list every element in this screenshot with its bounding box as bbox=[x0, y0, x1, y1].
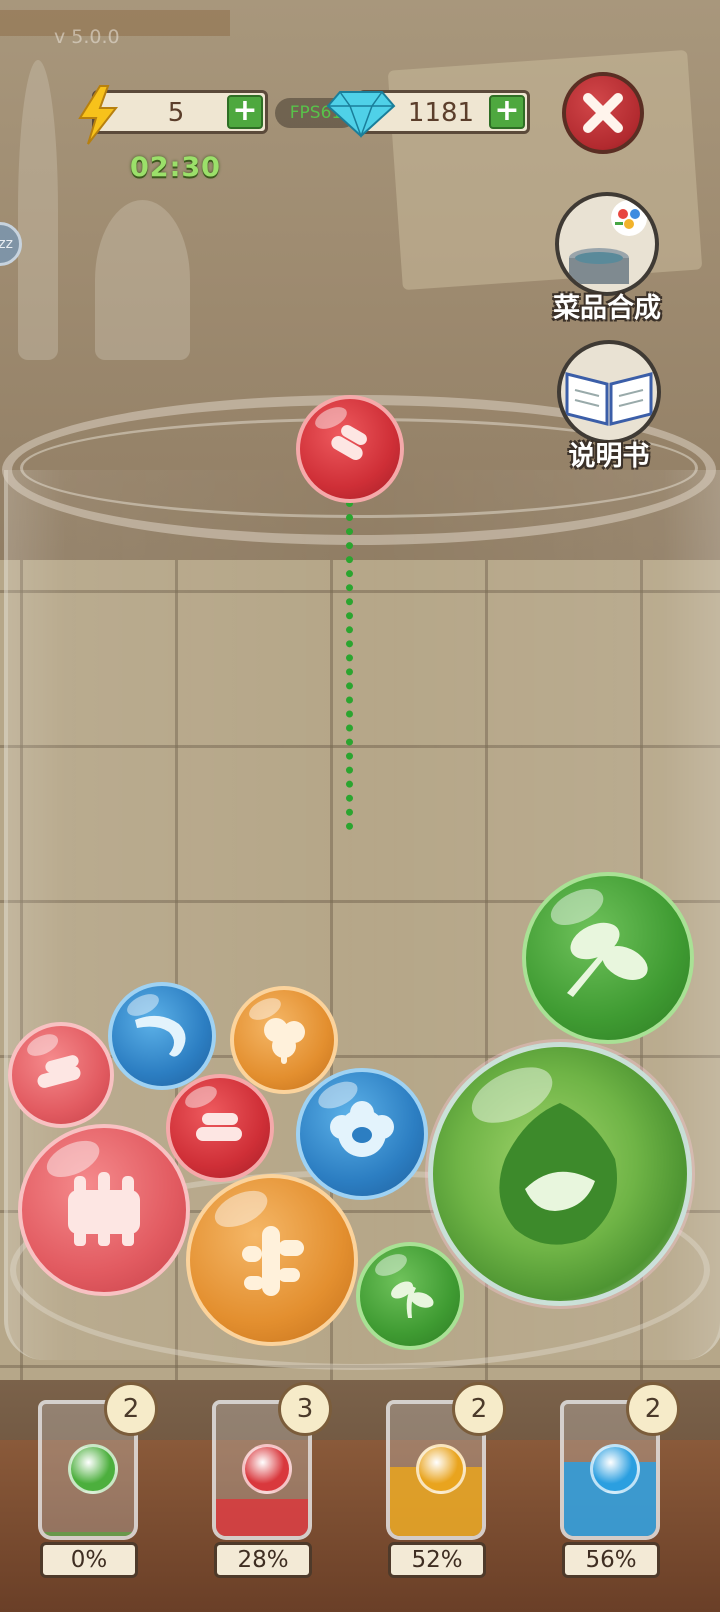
sausage-icon bbox=[196, 1113, 242, 1141]
shrimp-icon bbox=[135, 1015, 186, 1057]
close-icon bbox=[583, 93, 623, 133]
sausage-icon bbox=[331, 425, 367, 460]
sausage-icon bbox=[37, 1055, 81, 1088]
cup-percent: 56% bbox=[562, 1542, 660, 1578]
seafood-icon bbox=[590, 1444, 640, 1494]
cup-count-badge: 2 bbox=[452, 1382, 506, 1436]
leaves-icon bbox=[567, 922, 648, 997]
ball-shrimp bbox=[108, 982, 216, 1090]
cooking-pot-icon bbox=[555, 192, 659, 296]
gem-value: 1181 bbox=[407, 98, 475, 128]
scallop-icon bbox=[330, 1101, 394, 1157]
ball-vegetable-leaf bbox=[428, 1042, 692, 1306]
current-ball-sausage[interactable] bbox=[296, 395, 404, 503]
meat-ribs-icon bbox=[68, 1172, 140, 1246]
ingredient-cup[interactable]: 2 52% bbox=[382, 1382, 506, 1582]
utensil-decoration bbox=[95, 200, 190, 360]
ingredient-cup[interactable]: 2 56% bbox=[556, 1382, 680, 1582]
spice-icon bbox=[416, 1444, 466, 1494]
cup-count-badge: 3 bbox=[278, 1382, 332, 1436]
cup-percent: 52% bbox=[388, 1542, 486, 1578]
cup-fill-level bbox=[42, 1532, 134, 1536]
book-icon bbox=[557, 340, 661, 444]
energy-value: 5 bbox=[167, 98, 185, 128]
version-label: v 5.0.0 bbox=[54, 26, 120, 48]
utensil-decoration bbox=[18, 60, 58, 360]
energy-timer: 02:30 bbox=[130, 152, 221, 183]
cup-fill-level bbox=[216, 1499, 308, 1536]
vegetable-leaf-icon bbox=[499, 1103, 617, 1245]
add-gems-button[interactable]: + bbox=[489, 95, 525, 129]
manual-label: 说明书 bbox=[568, 441, 650, 472]
recipe-synthesis-label: 菜品合成 bbox=[553, 293, 661, 324]
drop-guide-line bbox=[346, 500, 353, 830]
lightning-icon bbox=[78, 85, 119, 145]
recipe-synthesis-button[interactable]: 菜品合成 bbox=[547, 192, 667, 325]
ball-meat-ribs bbox=[18, 1124, 190, 1296]
ball-sausage bbox=[8, 1022, 114, 1128]
ginger-icon bbox=[242, 1226, 304, 1296]
manual-button[interactable]: 说明书 bbox=[549, 340, 669, 473]
ball-ginger bbox=[186, 1174, 358, 1346]
vegetable-icon bbox=[68, 1444, 118, 1494]
ball-leaves bbox=[522, 872, 694, 1044]
cup-count-badge: 2 bbox=[626, 1382, 680, 1436]
add-energy-button[interactable]: + bbox=[227, 95, 263, 129]
cup-percent: 28% bbox=[214, 1542, 312, 1578]
ingredient-cup[interactable]: 2 0% bbox=[34, 1382, 158, 1582]
close-button[interactable] bbox=[562, 72, 644, 154]
sprout-icon bbox=[391, 1281, 434, 1318]
meat-icon bbox=[242, 1444, 292, 1494]
mushroom-icon bbox=[264, 1018, 305, 1064]
cup-count-badge: 2 bbox=[104, 1382, 158, 1436]
diamond-icon bbox=[326, 91, 396, 138]
cup-percent: 0% bbox=[40, 1542, 138, 1578]
ingredient-cup[interactable]: 3 28% bbox=[208, 1382, 332, 1582]
